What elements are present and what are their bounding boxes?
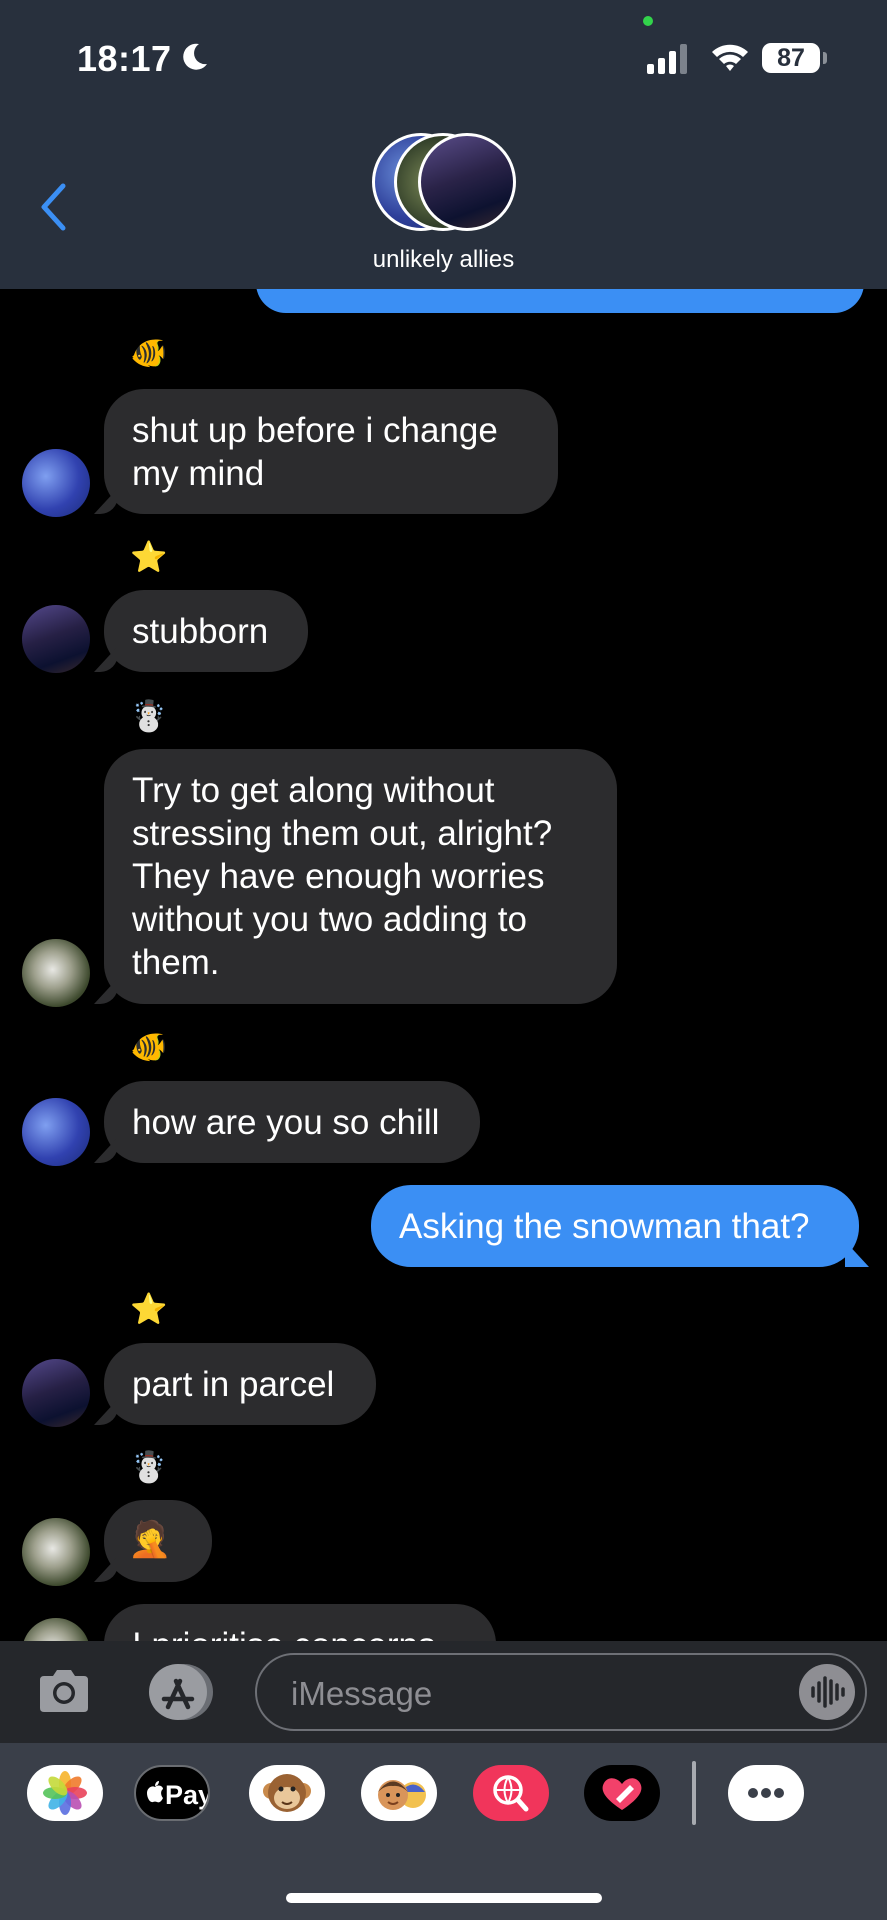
sender-snowman-icon: ☃️ — [130, 700, 168, 733]
message-bubble[interactable]: shut up before i change my mind — [104, 389, 558, 514]
avatar-flower[interactable] — [22, 939, 90, 1007]
photos-icon — [43, 1771, 87, 1815]
apple-pay-button[interactable]: Pay — [134, 1765, 210, 1821]
sender-snowman-icon: ☃️ — [130, 1451, 168, 1484]
wifi-icon — [712, 44, 748, 71]
sender-star-icon: ⭐ — [130, 1293, 168, 1326]
cellular-signal-icon — [647, 44, 687, 74]
memoji-stickers-button[interactable] — [361, 1765, 437, 1821]
back-chevron-icon[interactable] — [38, 182, 68, 232]
camera-in-use-indicator — [643, 16, 653, 26]
avatar-night-sky[interactable] — [22, 605, 90, 673]
avatar-fish[interactable] — [22, 449, 90, 517]
app-store-icon[interactable] — [142, 1663, 214, 1721]
tray-divider — [692, 1761, 696, 1825]
apple-logo-icon — [147, 1781, 163, 1803]
conversation-name[interactable]: unlikely allies — [0, 246, 887, 274]
avatar-night-sky[interactable] — [22, 1359, 90, 1427]
conversation-header: 18:17 87 unlikely allies — [0, 0, 887, 289]
status-time: 18:17 — [77, 38, 172, 79]
sent-message-bubble[interactable]: Asking the snowman that? — [371, 1185, 859, 1267]
message-bubble[interactable]: Try to get along without stressing them … — [104, 749, 617, 1004]
message-bubble[interactable]: how are you so chill — [104, 1081, 480, 1163]
imessage-app-drawer: Pay — [0, 1743, 887, 1920]
voice-memo-button[interactable] — [799, 1664, 855, 1720]
avatar-fish[interactable] — [22, 1098, 90, 1166]
monkey-icon — [263, 1774, 311, 1812]
battery-indicator: 87 — [762, 43, 820, 73]
group-avatar-night-sky — [418, 133, 516, 231]
sender-fish-icon: 🐠 — [130, 1031, 168, 1064]
avatar-flower[interactable] — [22, 1518, 90, 1586]
battery-nub — [823, 52, 827, 64]
photos-app-button[interactable] — [27, 1765, 103, 1821]
message-bubble[interactable]: stubborn — [104, 590, 308, 672]
apple-pay-label: Pay — [165, 1780, 210, 1810]
do-not-disturb-moon-icon — [183, 43, 207, 70]
sender-fish-icon: 🐠 — [130, 337, 168, 370]
message-input[interactable]: iMessage — [255, 1653, 867, 1731]
sender-star-icon: ⭐ — [130, 541, 168, 574]
heart-icon — [602, 1778, 642, 1810]
animoji-app-button[interactable] — [249, 1765, 325, 1821]
home-indicator[interactable] — [286, 1893, 602, 1903]
more-apps-button[interactable] — [728, 1765, 804, 1821]
message-bubble[interactable]: 🤦 — [104, 1500, 212, 1582]
message-bubble[interactable]: part in parcel — [104, 1343, 376, 1425]
message-input-placeholder: iMessage — [291, 1675, 433, 1712]
globe-search-icon — [493, 1775, 529, 1812]
digital-touch-button[interactable] — [584, 1765, 660, 1821]
image-search-button[interactable] — [473, 1765, 549, 1821]
camera-icon[interactable] — [36, 1668, 92, 1714]
waveform-icon — [811, 1676, 845, 1708]
compose-bar: iMessage — [0, 1641, 887, 1743]
ellipsis-icon — [748, 1788, 784, 1798]
memoji-icon — [378, 1780, 426, 1810]
group-avatar-stack[interactable] — [372, 133, 516, 233]
